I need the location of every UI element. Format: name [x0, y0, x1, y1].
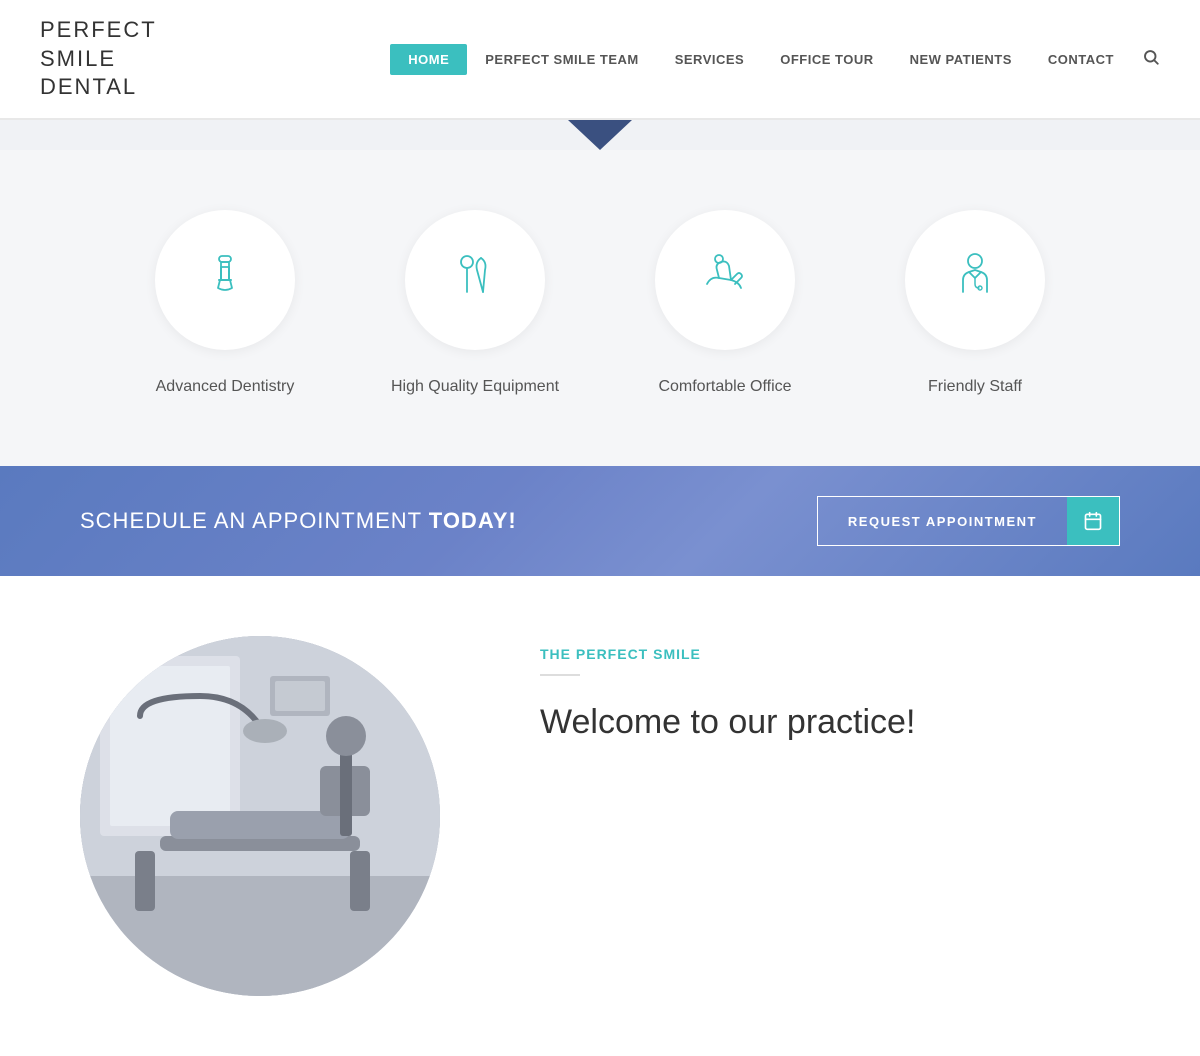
comfort-icon: [697, 248, 753, 313]
site-logo: PERFECTSMILEDENTAL: [40, 16, 157, 102]
appointment-text-regular: SCHEDULE AN APPOINTMENT: [80, 508, 429, 533]
appointment-text-bold: TODAY!: [429, 508, 517, 533]
nav-home[interactable]: HOME: [390, 44, 467, 75]
feature-label-advanced-dentistry: Advanced Dentistry: [156, 378, 295, 396]
feature-circle-tools: [405, 210, 545, 350]
appointment-text: SCHEDULE AN APPOINTMENT TODAY!: [80, 508, 517, 534]
features-section: Advanced Dentistry High Quality Equipmen…: [0, 150, 1200, 466]
nav-team[interactable]: PERFECT SMILE TEAM: [467, 44, 656, 75]
staff-icon: [947, 248, 1003, 313]
welcome-content: THE PERFECT SMILE Welcome to our practic…: [540, 636, 1120, 744]
section-divider: [0, 120, 1200, 150]
calendar-icon[interactable]: [1067, 497, 1119, 545]
feature-label-friendly-staff: Friendly Staff: [928, 378, 1022, 396]
feature-circle-staff: [905, 210, 1045, 350]
welcome-section: THE PERFECT SMILE Welcome to our practic…: [0, 576, 1200, 1056]
welcome-title: Welcome to our practice!: [540, 700, 1120, 744]
tools-icon: [447, 248, 503, 313]
header: PERFECTSMILEDENTAL HOME PERFECT SMILE TE…: [0, 0, 1200, 120]
main-nav: HOME PERFECT SMILE TEAM SERVICES OFFICE …: [390, 44, 1160, 75]
request-appointment-button-container[interactable]: REQUEST APPOINTMENT: [817, 496, 1120, 546]
feature-circle-implant: [155, 210, 295, 350]
search-icon[interactable]: [1142, 48, 1160, 71]
nav-contact[interactable]: CONTACT: [1030, 44, 1132, 75]
feature-label-high-quality-equipment: High Quality Equipment: [391, 378, 559, 396]
feature-friendly-staff: Friendly Staff: [850, 210, 1100, 396]
welcome-subtitle: THE PERFECT SMILE: [540, 646, 1120, 662]
feature-comfortable-office: Comfortable Office: [600, 210, 850, 396]
appointment-banner: SCHEDULE AN APPOINTMENT TODAY! REQUEST A…: [0, 466, 1200, 576]
feature-high-quality-equipment: High Quality Equipment: [350, 210, 600, 396]
feature-advanced-dentistry: Advanced Dentistry: [100, 210, 350, 396]
nav-services[interactable]: SERVICES: [657, 44, 763, 75]
dental-office-bg: [80, 636, 440, 996]
implant-icon: [197, 248, 253, 313]
dental-office-image: [80, 636, 440, 996]
nav-new-patients[interactable]: NEW PATIENTS: [892, 44, 1030, 75]
feature-label-comfortable-office: Comfortable Office: [658, 378, 791, 396]
feature-circle-comfort: [655, 210, 795, 350]
dental-office-image-container: [80, 636, 460, 996]
nav-office-tour[interactable]: OFFICE TOUR: [762, 44, 891, 75]
subtitle-underline: [540, 674, 580, 676]
request-appointment-button[interactable]: REQUEST APPOINTMENT: [818, 497, 1067, 545]
triangle-arrow: [568, 120, 632, 150]
